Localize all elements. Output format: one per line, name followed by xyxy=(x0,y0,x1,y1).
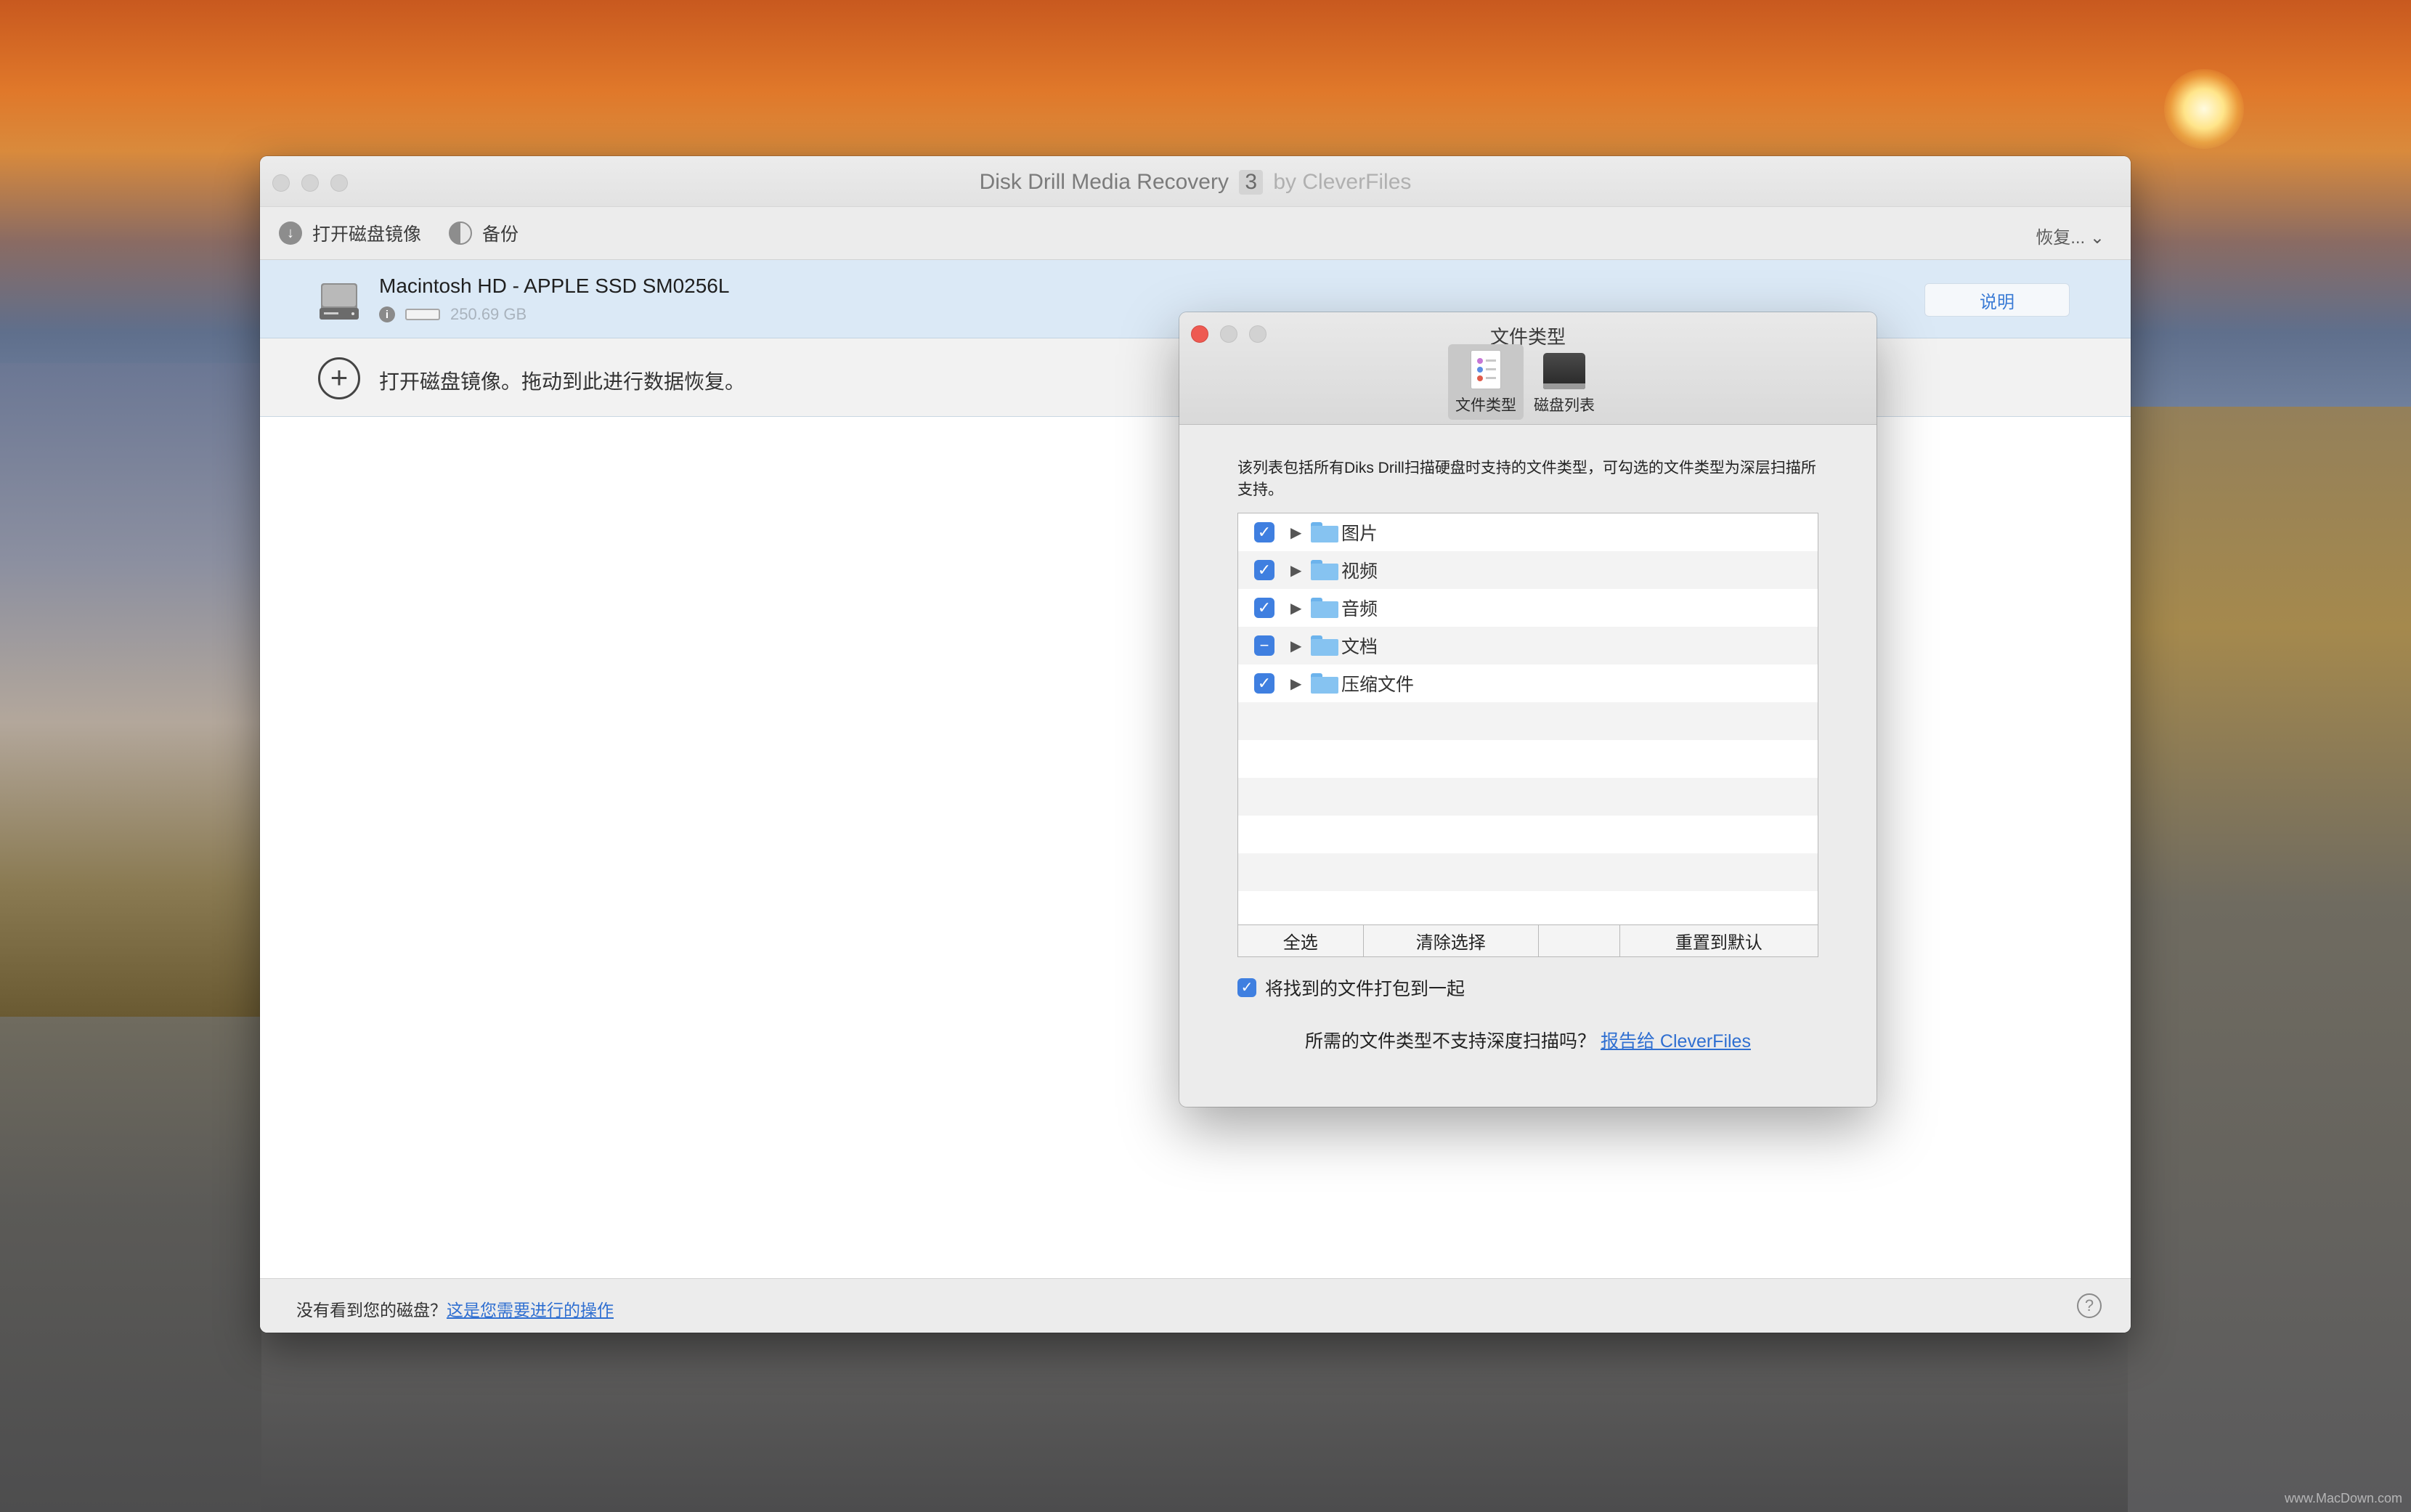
tab-file-types[interactable]: 文件类型 xyxy=(1448,344,1524,420)
list-item[interactable]: − ▶ 文档 xyxy=(1238,627,1818,664)
empty-row xyxy=(1238,853,1818,891)
disclosure-triangle-icon[interactable]: ▶ xyxy=(1290,637,1302,655)
checkbox-mixed[interactable]: − xyxy=(1254,635,1274,656)
checkbox-checked[interactable]: ✓ xyxy=(1254,673,1274,694)
disk-name: Macintosh HD - APPLE SSD SM0256L xyxy=(379,275,730,297)
drive-icon xyxy=(1543,353,1585,389)
desktop-hills-left xyxy=(0,363,261,1017)
empty-row xyxy=(1238,778,1818,816)
footer-question: 没有看到您的磁盘？ xyxy=(296,1301,447,1320)
hard-drive-icon xyxy=(320,283,359,320)
desktop-sun xyxy=(2164,69,2244,149)
clear-selection-button[interactable]: 清除选择 xyxy=(1364,925,1539,956)
version-badge: 3 xyxy=(1239,170,1264,195)
file-type-label: 视频 xyxy=(1341,561,1378,582)
backup-icon xyxy=(449,221,473,245)
folder-icon xyxy=(1311,560,1338,580)
download-icon: ↓ xyxy=(279,221,302,245)
file-types-dialog: 文件类型 文件类型 磁盘列表 该列表包括所有Diks Drill扫描硬盘时支持的… xyxy=(1179,312,1877,1107)
titlebar: Disk Drill Media Recovery 3 by CleverFil… xyxy=(260,156,2131,207)
folder-icon xyxy=(1311,522,1338,542)
list-button-bar: 全选 清除选择 重置到默认 xyxy=(1237,925,1818,957)
checkbox-checked[interactable]: ✓ xyxy=(1254,560,1274,580)
toolbar: ↓ 打开磁盘镜像 备份 恢复... ⌄ xyxy=(260,207,2131,260)
desktop-hills-right xyxy=(2128,407,2411,1512)
help-icon[interactable]: ? xyxy=(2077,1293,2102,1318)
list-item[interactable]: ✓ ▶ 图片 xyxy=(1238,513,1818,551)
checkbox-checked[interactable]: ✓ xyxy=(1254,598,1274,618)
report-line: 所需的文件类型不支持深度扫描吗？ 报告给 CleverFiles xyxy=(1179,1027,1877,1053)
app-name: Disk Drill Media Recovery xyxy=(979,170,1229,194)
open-disk-image-label: 打开磁盘镜像 xyxy=(312,224,422,245)
vendor-label: by CleverFiles xyxy=(1273,170,1412,194)
disclosure-triangle-icon[interactable]: ▶ xyxy=(1290,524,1302,542)
file-type-label: 压缩文件 xyxy=(1341,675,1415,695)
blank-button xyxy=(1539,925,1620,956)
reset-default-button[interactable]: 重置到默认 xyxy=(1620,925,1818,956)
disk-details: i 250.69 GB xyxy=(379,305,526,324)
dialog-description: 该列表包括所有Diks Drill扫描硬盘时支持的文件类型，可勾选的文件类型为深… xyxy=(1237,460,1816,498)
tab-disk-list-label: 磁盘列表 xyxy=(1534,397,1595,414)
tab-file-types-label: 文件类型 xyxy=(1455,397,1516,414)
tab-disk-list[interactable]: 磁盘列表 xyxy=(1526,344,1602,420)
footer-text: 没有看到您的磁盘？这是您需要进行的操作 xyxy=(296,1296,614,1321)
desktop-road xyxy=(261,1329,2128,1512)
bundle-files-checkbox[interactable]: ✓ xyxy=(1237,978,1256,997)
file-type-label: 文档 xyxy=(1341,637,1378,657)
report-question: 所需的文件类型不支持深度扫描吗？ xyxy=(1305,1031,1596,1052)
open-disk-image-button[interactable]: ↓ 打开磁盘镜像 xyxy=(279,220,421,246)
disk-size: 250.69 GB xyxy=(450,305,527,323)
bundle-files-option[interactable]: ✓ 将找到的文件打包到一起 xyxy=(1237,975,1465,1001)
list-item[interactable]: ✓ ▶ 音频 xyxy=(1238,589,1818,627)
footer-help-link[interactable]: 这是您需要进行的操作 xyxy=(447,1301,614,1320)
empty-row xyxy=(1238,702,1818,740)
recover-menu[interactable]: 恢复... ⌄ xyxy=(2036,223,2105,248)
watermark: www.MacDown.com xyxy=(2284,1491,2402,1505)
disclosure-triangle-icon[interactable]: ▶ xyxy=(1290,599,1302,617)
footer: 没有看到您的磁盘？这是您需要进行的操作 ? xyxy=(260,1278,2131,1333)
plus-circle-icon: + xyxy=(318,357,360,399)
file-type-label: 音频 xyxy=(1341,599,1378,619)
folder-icon xyxy=(1311,635,1338,656)
open-image-text: 打开磁盘镜像。拖动到此进行数据恢复。 xyxy=(379,370,746,393)
file-list-icon xyxy=(1471,350,1501,389)
disclosure-triangle-icon[interactable]: ▶ xyxy=(1290,675,1302,693)
folder-icon xyxy=(1311,598,1338,618)
backup-button[interactable]: 备份 xyxy=(449,220,519,246)
select-all-button[interactable]: 全选 xyxy=(1238,925,1364,956)
report-link[interactable]: 报告给 CleverFiles xyxy=(1601,1031,1751,1052)
info-icon[interactable]: i xyxy=(379,306,395,322)
window-title: Disk Drill Media Recovery 3 by CleverFil… xyxy=(260,170,2131,195)
explain-button[interactable]: 说明 xyxy=(1924,283,2070,317)
empty-row xyxy=(1238,816,1818,853)
folder-icon xyxy=(1311,673,1338,694)
empty-row xyxy=(1238,740,1818,778)
bundle-files-label: 将找到的文件打包到一起 xyxy=(1265,979,1465,999)
disk-usage-bar xyxy=(405,309,440,320)
disclosure-triangle-icon[interactable]: ▶ xyxy=(1290,561,1302,580)
backup-label: 备份 xyxy=(482,224,519,245)
checkbox-checked[interactable]: ✓ xyxy=(1254,522,1274,542)
file-type-list: ✓ ▶ 图片 ✓ ▶ 视频 ✓ ▶ 音频 − ▶ 文档 ✓ ▶ 压缩文件 xyxy=(1237,513,1818,925)
list-item[interactable]: ✓ ▶ 视频 xyxy=(1238,551,1818,589)
list-item[interactable]: ✓ ▶ 压缩文件 xyxy=(1238,664,1818,702)
file-type-label: 图片 xyxy=(1341,524,1378,544)
dialog-titlebar: 文件类型 文件类型 磁盘列表 xyxy=(1179,312,1877,425)
